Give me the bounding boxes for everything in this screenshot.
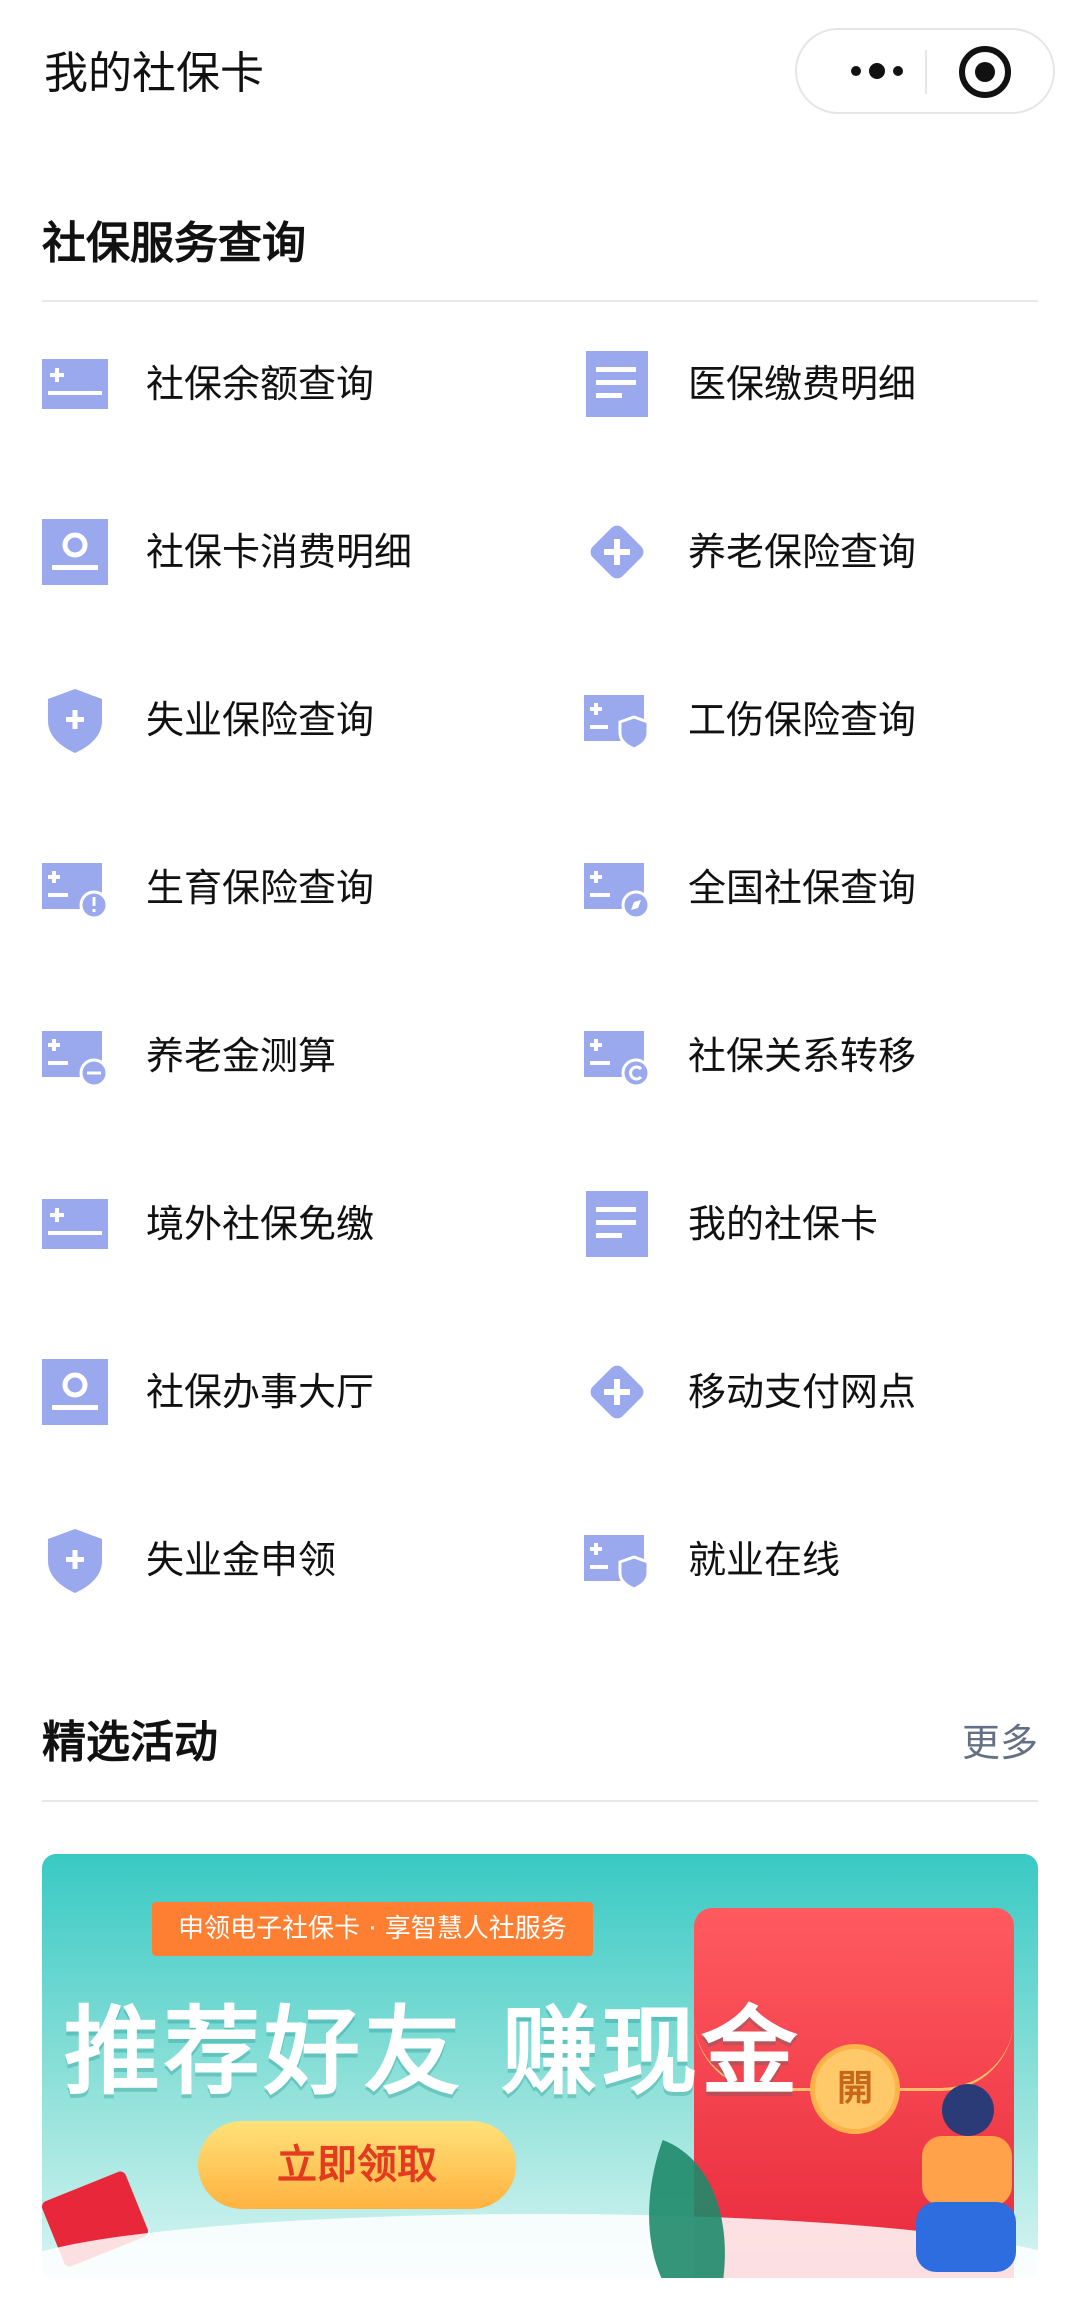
target-close-icon[interactable] — [959, 46, 1011, 98]
service-item[interactable]: 社保办事大厅 — [42, 1337, 562, 1447]
service-item[interactable]: 社保卡消费明细 — [42, 497, 562, 607]
service-item-label: 失业金申领 — [146, 1538, 337, 1582]
service-item[interactable]: 移动支付网点 — [584, 1337, 1080, 1447]
service-item-label: 失业保险查询 — [146, 698, 375, 742]
service-item[interactable]: 社保余额查询 — [42, 329, 562, 439]
service-item-label: 工伤保险查询 — [688, 698, 917, 742]
page-title: 我的社保卡 — [44, 48, 264, 99]
nav-bar: 我的社保卡 — [0, 0, 1080, 150]
person-illustration — [902, 2084, 1022, 2274]
card-shield-icon — [584, 1527, 650, 1593]
envelope-seal: 開 — [810, 2044, 900, 2134]
card-compass-icon — [584, 855, 651, 921]
section-divider — [42, 300, 1038, 302]
card-plus-icon — [42, 351, 108, 417]
document-lines-icon — [584, 351, 650, 417]
service-item[interactable]: 社保关系转移 — [584, 1001, 1080, 1111]
banner-headline: 推荐好友 赚现金 — [64, 1996, 802, 2108]
card-plus-icon — [42, 1191, 108, 1257]
service-item[interactable]: 生育保险查询 — [42, 833, 562, 943]
service-item[interactable]: 失业金申领 — [42, 1505, 562, 1615]
section-title-services: 社保服务查询 — [42, 218, 306, 269]
shield-plus-icon — [42, 1527, 108, 1593]
diamond-plus-icon — [584, 1359, 650, 1425]
diamond-plus-icon — [584, 519, 650, 585]
id-card-icon — [42, 519, 108, 585]
service-item-label: 生育保险查询 — [146, 866, 375, 910]
claim-now-button[interactable]: 立即领取 — [198, 2121, 516, 2209]
more-activities-link[interactable]: 更多 — [962, 1713, 1038, 1773]
service-item-label: 养老保险查询 — [688, 530, 917, 574]
id-card-icon — [42, 1359, 108, 1425]
mini-program-capsule — [795, 28, 1055, 114]
capsule-divider — [925, 50, 927, 94]
service-item-label: 我的社保卡 — [688, 1202, 879, 1246]
card-copyright-icon — [584, 1023, 651, 1089]
service-item[interactable]: 就业在线 — [584, 1505, 1080, 1615]
service-item-label: 医保缴费明细 — [688, 362, 917, 406]
service-item-label: 全国社保查询 — [688, 866, 917, 910]
service-item-label: 养老金测算 — [146, 1034, 337, 1078]
shield-plus-icon — [42, 687, 108, 753]
service-item[interactable]: 养老保险查询 — [584, 497, 1080, 607]
service-item-label: 社保关系转移 — [688, 1034, 917, 1078]
card-minus-icon — [42, 1023, 109, 1089]
section-title-activities: 精选活动 — [42, 1717, 218, 1768]
service-item[interactable]: 工伤保险查询 — [584, 665, 1080, 775]
section-divider — [42, 1800, 1038, 1802]
service-item-label: 就业在线 — [688, 1538, 841, 1582]
more-dots-icon[interactable] — [827, 30, 927, 112]
banner-ribbon: 申领电子社保卡 · 享智慧人社服务 — [152, 1902, 593, 1956]
service-item-label: 移动支付网点 — [688, 1370, 917, 1414]
service-item[interactable]: 失业保险查询 — [42, 665, 562, 775]
service-item[interactable]: 境外社保免缴 — [42, 1169, 562, 1279]
service-item[interactable]: 医保缴费明细 — [584, 329, 1080, 439]
service-item[interactable]: 养老金测算 — [42, 1001, 562, 1111]
service-item[interactable]: 我的社保卡 — [584, 1169, 1080, 1279]
service-item-label: 社保余额查询 — [146, 362, 375, 406]
document-lines-icon — [584, 1191, 650, 1257]
service-item-label: 境外社保免缴 — [146, 1202, 375, 1246]
service-item-label: 社保办事大厅 — [146, 1370, 375, 1414]
card-alert-icon — [42, 855, 109, 921]
promo-banner[interactable]: 開 申领电子社保卡 · 享智慧人社服务 推荐好友 赚现金 立即领取 — [42, 1854, 1038, 2278]
card-shield-icon — [584, 687, 650, 753]
service-item-label: 社保卡消费明细 — [146, 530, 413, 574]
service-item[interactable]: 全国社保查询 — [584, 833, 1080, 943]
